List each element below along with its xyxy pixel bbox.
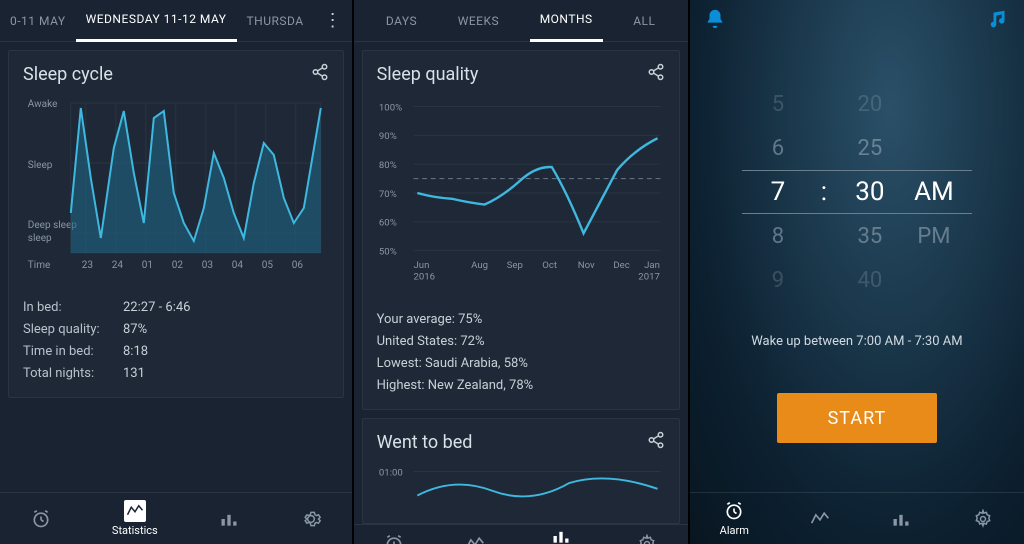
bottom-nav: Alarm [690,492,1024,544]
alarm-panel: 520 625 7:30AM 835PM 940 Wake up between… [690,0,1024,544]
alarm-clock-icon [723,500,745,522]
time-picker[interactable]: 520 625 7:30AM 835PM 940 [742,82,972,302]
share-icon[interactable] [647,63,665,85]
bell-icon[interactable] [704,8,726,34]
date-tab-current[interactable]: WEDNESDAY 11-12 MAY [76,0,237,42]
svg-text:Deep sleep: Deep sleep [28,220,77,231]
sleep-quality-chart: 100% 90% 80% 70% 60% 50% Jun2016 A [377,93,665,293]
trends-icon [550,525,572,544]
nav-alarm[interactable]: Alarm [720,500,749,537]
picker-ampm[interactable]: AM [910,177,958,207]
svg-text:Sleep: Sleep [28,160,53,171]
svg-text:05: 05 [262,260,274,271]
svg-text:90%: 90% [379,131,397,142]
alarm-clock-icon [383,533,405,544]
sleep-cycle-card: Sleep cycle Awake Sleep Deep sleep sleep… [8,50,344,398]
tab-days[interactable]: DAYS [376,0,427,42]
svg-text:Awake: Awake [28,99,58,110]
wakeup-text: Wake up between 7:00 AM - 7:30 AM [690,334,1024,349]
svg-text:01:00: 01:00 [379,468,403,479]
nav-statistics[interactable]: Statistics [112,500,158,537]
nav-trends[interactable] [890,508,912,530]
svg-text:Jun: Jun [413,260,429,271]
svg-text:Aug: Aug [471,260,488,271]
svg-text:50%: 50% [379,246,397,257]
svg-text:Oct: Oct [542,260,557,271]
went-to-bed-chart: 01:00 [377,461,665,507]
svg-text:06: 06 [292,260,304,271]
nav-trends[interactable]: Trends [544,525,578,544]
gear-icon [300,508,322,530]
svg-text:Dec: Dec [613,260,629,271]
gear-icon [972,508,994,530]
svg-text:01: 01 [142,260,153,271]
svg-text:23: 23 [82,260,93,271]
gear-icon [636,533,658,544]
trends-icon [890,508,912,530]
svg-text:2016: 2016 [413,271,435,282]
date-tab-next[interactable]: THURSDA [237,0,314,42]
nav-settings[interactable] [300,508,322,530]
nav-statistics[interactable] [464,533,486,544]
nav-alarm[interactable] [383,533,405,544]
svg-text:Sep: Sep [506,260,522,271]
statistics-panel: 0-11 MAY WEDNESDAY 11-12 MAY THURSDA ⋮ S… [0,0,354,544]
tab-all[interactable]: ALL [623,0,665,42]
date-tabs: 0-11 MAY WEDNESDAY 11-12 MAY THURSDA ⋮ [0,0,352,42]
quality-stats: Your average: 75% United States: 72% Low… [377,309,665,397]
range-tabs: DAYS WEEKS MONTHS ALL [354,0,688,42]
date-tab-prev[interactable]: 0-11 MAY [0,0,76,42]
svg-text:2017: 2017 [638,271,660,282]
picker-hour[interactable]: 7 [756,177,800,207]
statistics-icon [464,533,486,544]
svg-text:24: 24 [112,260,124,271]
picker-minute[interactable]: 30 [848,177,892,207]
share-icon[interactable] [311,63,329,85]
card-title: Sleep quality [377,64,479,85]
statistics-icon [809,508,831,530]
nav-trends[interactable] [218,508,240,530]
tab-months[interactable]: MONTHS [530,0,603,42]
svg-text:80%: 80% [379,160,397,171]
tab-weeks[interactable]: WEEKS [448,0,509,42]
svg-text:Nov: Nov [577,260,594,271]
svg-text:03: 03 [202,260,213,271]
card-title: Sleep cycle [23,64,113,85]
svg-text:Jan: Jan [644,260,660,271]
trends-icon [218,508,240,530]
alarm-clock-icon [30,508,52,530]
sleep-stats: In bed:22:27 - 6:46 Sleep quality:87% Ti… [23,297,329,385]
svg-text:100%: 100% [379,102,402,113]
nav-statistics[interactable] [809,508,831,530]
sleep-cycle-chart: Awake Sleep Deep sleep sleep Time 23 24 … [23,93,329,283]
nav-alarm[interactable] [30,508,52,530]
card-title: Went to bed [377,432,473,453]
bottom-nav: Statistics [0,492,352,544]
more-icon[interactable]: ⋮ [314,10,352,31]
svg-text:Time: Time [28,260,50,271]
music-icon[interactable] [988,8,1010,34]
start-button[interactable]: START [777,393,937,443]
went-to-bed-card: Went to bed 01:00 [362,418,680,524]
svg-text:sleep: sleep [28,233,52,244]
sleep-quality-card: Sleep quality 100% 90% 80% 70% 60% 50% [362,50,680,410]
statistics-icon [124,500,146,522]
nav-settings[interactable] [972,508,994,530]
svg-text:70%: 70% [379,189,397,200]
bottom-nav: Trends [354,524,688,544]
trends-panel: DAYS WEEKS MONTHS ALL Sleep quality 100%… [354,0,690,544]
svg-text:04: 04 [232,260,244,271]
nav-settings[interactable] [636,533,658,544]
share-icon[interactable] [647,431,665,453]
svg-text:02: 02 [172,260,184,271]
svg-text:60%: 60% [379,218,397,229]
